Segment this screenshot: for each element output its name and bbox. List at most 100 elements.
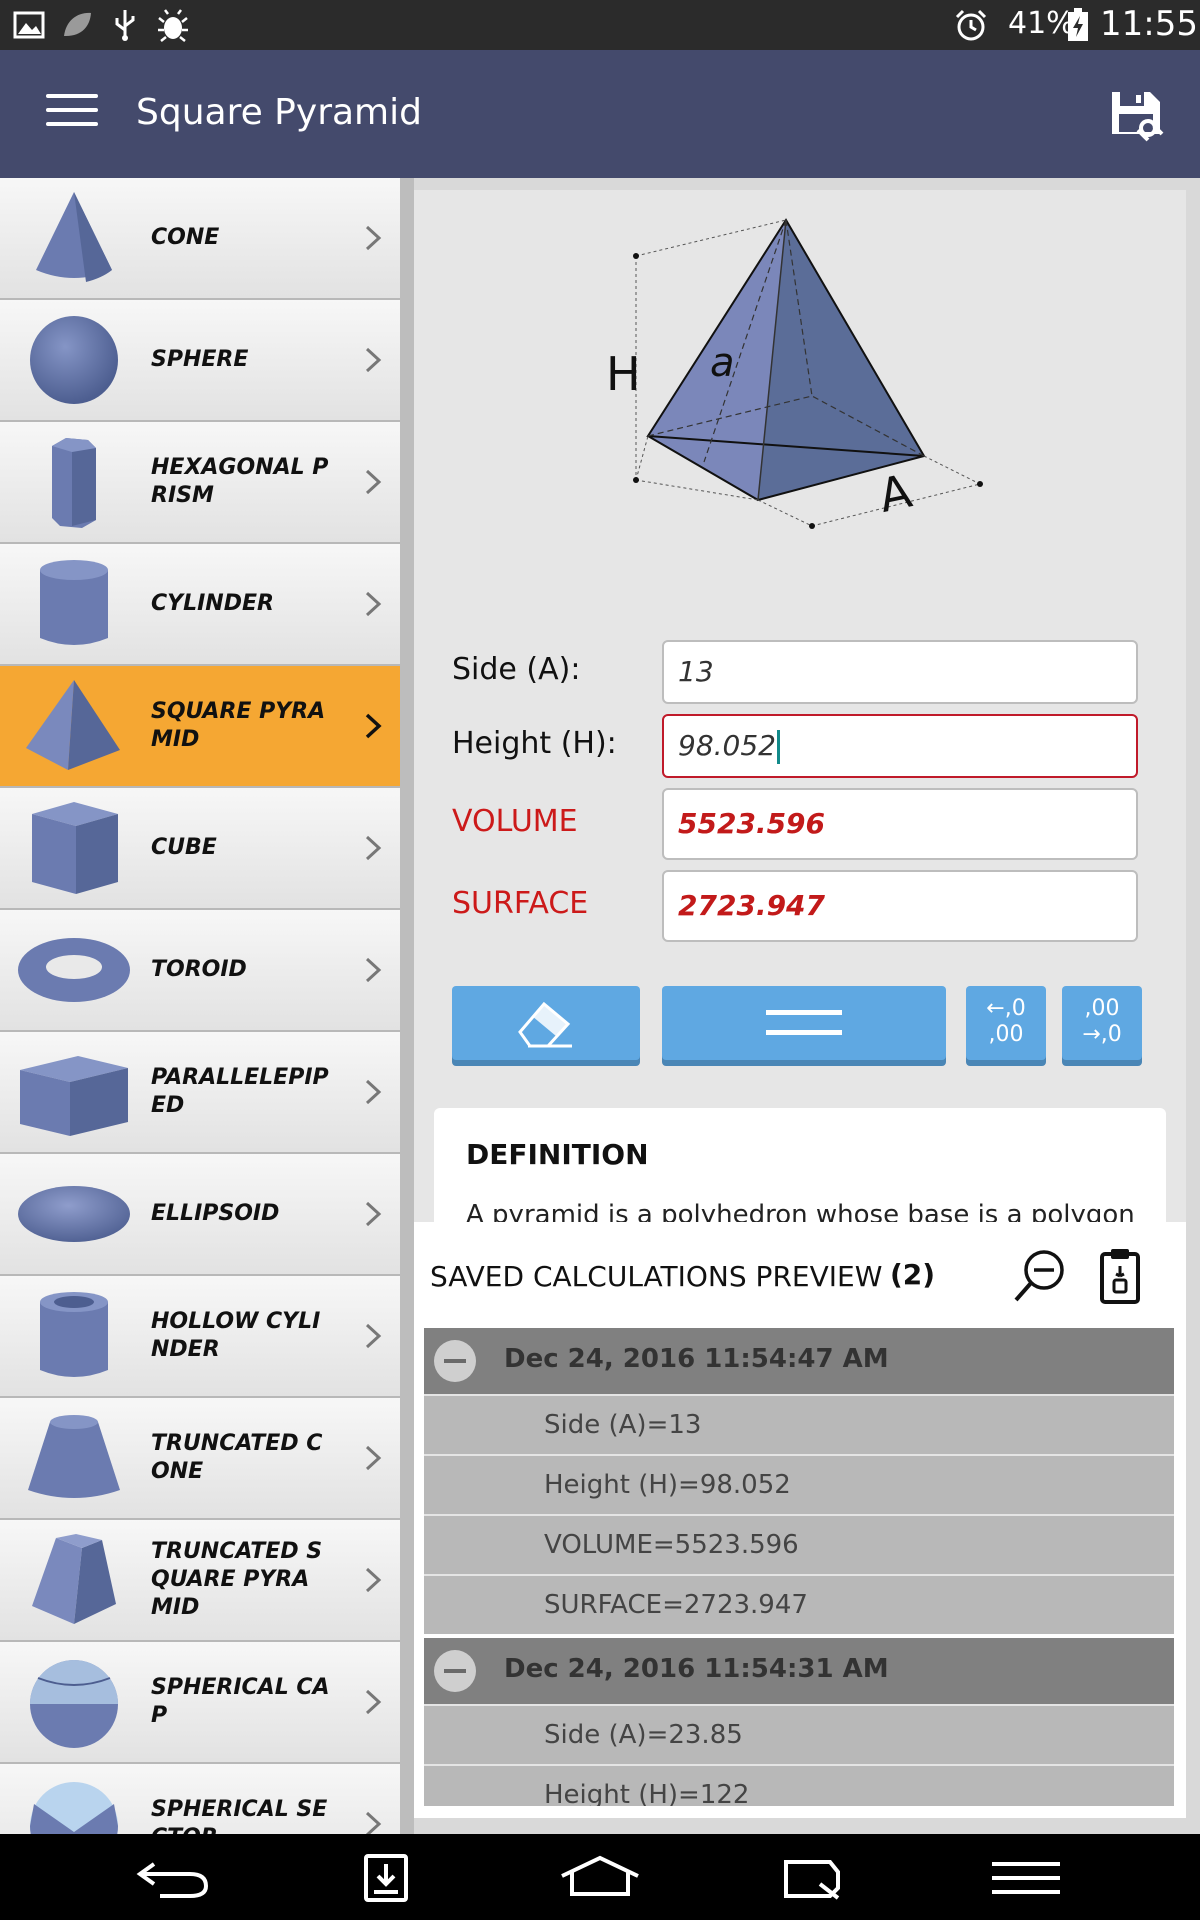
zoom-out-icon[interactable] (1012, 1248, 1068, 1304)
chevron-right-icon (365, 1689, 382, 1715)
hamburger-menu-icon[interactable] (46, 94, 98, 134)
sidebar-item-sphere[interactable]: SPHERE (0, 300, 400, 422)
calculate-button[interactable] (662, 986, 946, 1060)
sidebar-item-truncated-square-pyramid[interactable]: TRUNCATED SQUARE PYRAMID (0, 1520, 400, 1642)
sidebar-item-label: TRUNCATED SQUARE PYRAMID (151, 1539, 323, 1620)
back-icon[interactable] (134, 1854, 214, 1902)
spherical-sector-icon (30, 1782, 118, 1834)
home-icon[interactable] (560, 1854, 640, 1902)
chevron-right-icon (365, 591, 382, 617)
saved-row-text: Side (A)=23.85 (544, 1720, 743, 1750)
saved-row: SURFACE=2723.947 (424, 1574, 1174, 1634)
download-icon[interactable] (346, 1854, 426, 1902)
saved-row-text: SURFACE=2723.947 (544, 1590, 808, 1620)
saved-row: Height (H)=98.052 (424, 1454, 1174, 1514)
chevron-right-icon (365, 225, 382, 251)
sidebar-item-hollow-cylinder[interactable]: HOLLOW CYLINDER (0, 1276, 400, 1398)
collapse-icon[interactable] (434, 1340, 476, 1382)
volume-value: 5523.596 (678, 807, 826, 840)
chevron-right-icon (365, 1567, 382, 1593)
saved-group-date: Dec 24, 2016 11:54:47 AM (504, 1344, 889, 1374)
ellipsoid-icon (18, 1186, 130, 1242)
bug-icon (158, 9, 188, 42)
save-icon[interactable] (1108, 88, 1164, 144)
chevron-right-icon (365, 469, 382, 495)
saved-row: VOLUME=5523.596 (424, 1514, 1174, 1574)
hexagonal-prism-icon (52, 438, 96, 528)
sidebar-item-label: CONE (151, 225, 220, 250)
menu-icon[interactable] (986, 1854, 1066, 1902)
sidebar-item-label: SPHERICAL SECTOR (151, 1797, 328, 1834)
app-bar: Square Pyramid (0, 50, 1200, 178)
usb-icon (115, 10, 135, 41)
saved-group-header[interactable]: Dec 24, 2016 11:54:47 AM (424, 1328, 1174, 1394)
cone-icon (36, 192, 112, 282)
collapse-icon[interactable] (434, 1650, 476, 1692)
sidebar-item-spherical-cap[interactable]: SPHERICAL CAP (0, 1642, 400, 1764)
height-input-value: 98.052 (678, 729, 776, 762)
chevron-right-icon (365, 347, 382, 373)
sidebar-item-truncated-cone[interactable]: TRUNCATED CONE (0, 1398, 400, 1520)
saved-group-header[interactable]: Dec 24, 2016 11:54:31 AM (424, 1638, 1174, 1704)
decrease-decimals-line2: ,00 (988, 1022, 1024, 1047)
parallelepiped-icon (20, 1056, 128, 1136)
height-label: H (606, 347, 641, 401)
sidebar-item-cube[interactable]: CUBE (0, 788, 400, 910)
sidebar-item-label: PARALLELEPIPED (151, 1065, 329, 1118)
saved-calculations-panel: SAVED CALCULATIONS PREVIEW (2) Dec 24, 2… (414, 1222, 1186, 1818)
sidebar-item-label: HEXAGONAL PRISM (151, 455, 329, 508)
image-icon (13, 11, 45, 39)
page-title: Square Pyramid (136, 92, 422, 133)
saved-calculations-list: Dec 24, 2016 11:54:47 AM Side (A)=13 Hei… (424, 1328, 1174, 1806)
surface-output[interactable]: 2723.947 (662, 870, 1138, 942)
alarm-icon (955, 9, 987, 41)
saved-group-date: Dec 24, 2016 11:54:31 AM (504, 1654, 889, 1684)
spherical-cap-icon (30, 1660, 118, 1748)
increase-decimals-line2: →,0 (1082, 1022, 1122, 1047)
chevron-right-icon (365, 1201, 382, 1227)
definition-text: A pyramid is a polyhedron whose base is … (466, 1200, 1135, 1224)
increase-decimals-line1: ,00 (1084, 996, 1120, 1021)
side-label: A (874, 463, 917, 522)
leaf-icon (64, 12, 91, 36)
sphere-icon (30, 316, 118, 404)
shape-list: CONE SPHERE HEXAGONAL PRISM CYLINDER SQU… (0, 178, 400, 1834)
sidebar-item-label: HOLLOW CYLINDER (151, 1309, 321, 1362)
saved-count: (2) (890, 1258, 936, 1291)
sidebar-item-hexagonal-prism[interactable]: HEXAGONAL PRISM (0, 422, 400, 544)
chevron-right-icon (365, 835, 382, 861)
sidebar-item-cylinder[interactable]: CYLINDER (0, 544, 400, 666)
sidebar-item-cone[interactable]: CONE (0, 178, 400, 300)
sidebar-item-toroid[interactable]: TOROID (0, 910, 400, 1032)
hollow-cylinder-icon (40, 1292, 108, 1377)
chevron-right-icon (365, 957, 382, 983)
surface-value: 2723.947 (678, 889, 826, 922)
sidebar-item-square-pyramid[interactable]: SQUARE PYRAMID (0, 666, 400, 788)
increase-decimals-button[interactable]: ,00 →,0 (1062, 986, 1142, 1060)
battery-percent: 41% (1008, 6, 1075, 41)
clear-button[interactable] (452, 986, 640, 1060)
saved-row-text: VOLUME=5523.596 (544, 1530, 799, 1560)
square-pyramid-diagram: H a A (606, 218, 983, 529)
truncated-square-pyramid-icon (32, 1534, 116, 1624)
text-caret (776, 730, 780, 764)
status-bar: 41% 11:55 (0, 0, 1200, 50)
side-label-text: Side (A): (452, 652, 581, 687)
sidebar-item-label: CYLINDER (151, 591, 274, 616)
side-input[interactable]: 13 (662, 640, 1138, 704)
chevron-right-icon (365, 713, 382, 739)
battery-charging-icon (1068, 8, 1088, 41)
recent-apps-icon[interactable] (772, 1854, 852, 1902)
sidebar-divider (400, 178, 414, 1834)
height-label-text: Height (H): (452, 726, 617, 761)
sidebar-item-spherical-sector[interactable]: SPHERICAL SECTOR (0, 1764, 400, 1834)
eraser-icon (518, 1001, 572, 1048)
decrease-decimals-button[interactable]: ←,0,00 (966, 986, 1046, 1060)
saved-title: SAVED CALCULATIONS PREVIEW (430, 1260, 883, 1293)
sidebar-item-parallelepiped[interactable]: PARALLELEPIPED (0, 1032, 400, 1154)
sidebar-item-ellipsoid[interactable]: ELLIPSOID (0, 1154, 400, 1276)
sidebar-item-label: SPHERE (151, 347, 249, 372)
volume-output[interactable]: 5523.596 (662, 788, 1138, 860)
height-input[interactable]: 98.052 (662, 714, 1138, 778)
clipboard-icon[interactable] (1096, 1246, 1144, 1306)
